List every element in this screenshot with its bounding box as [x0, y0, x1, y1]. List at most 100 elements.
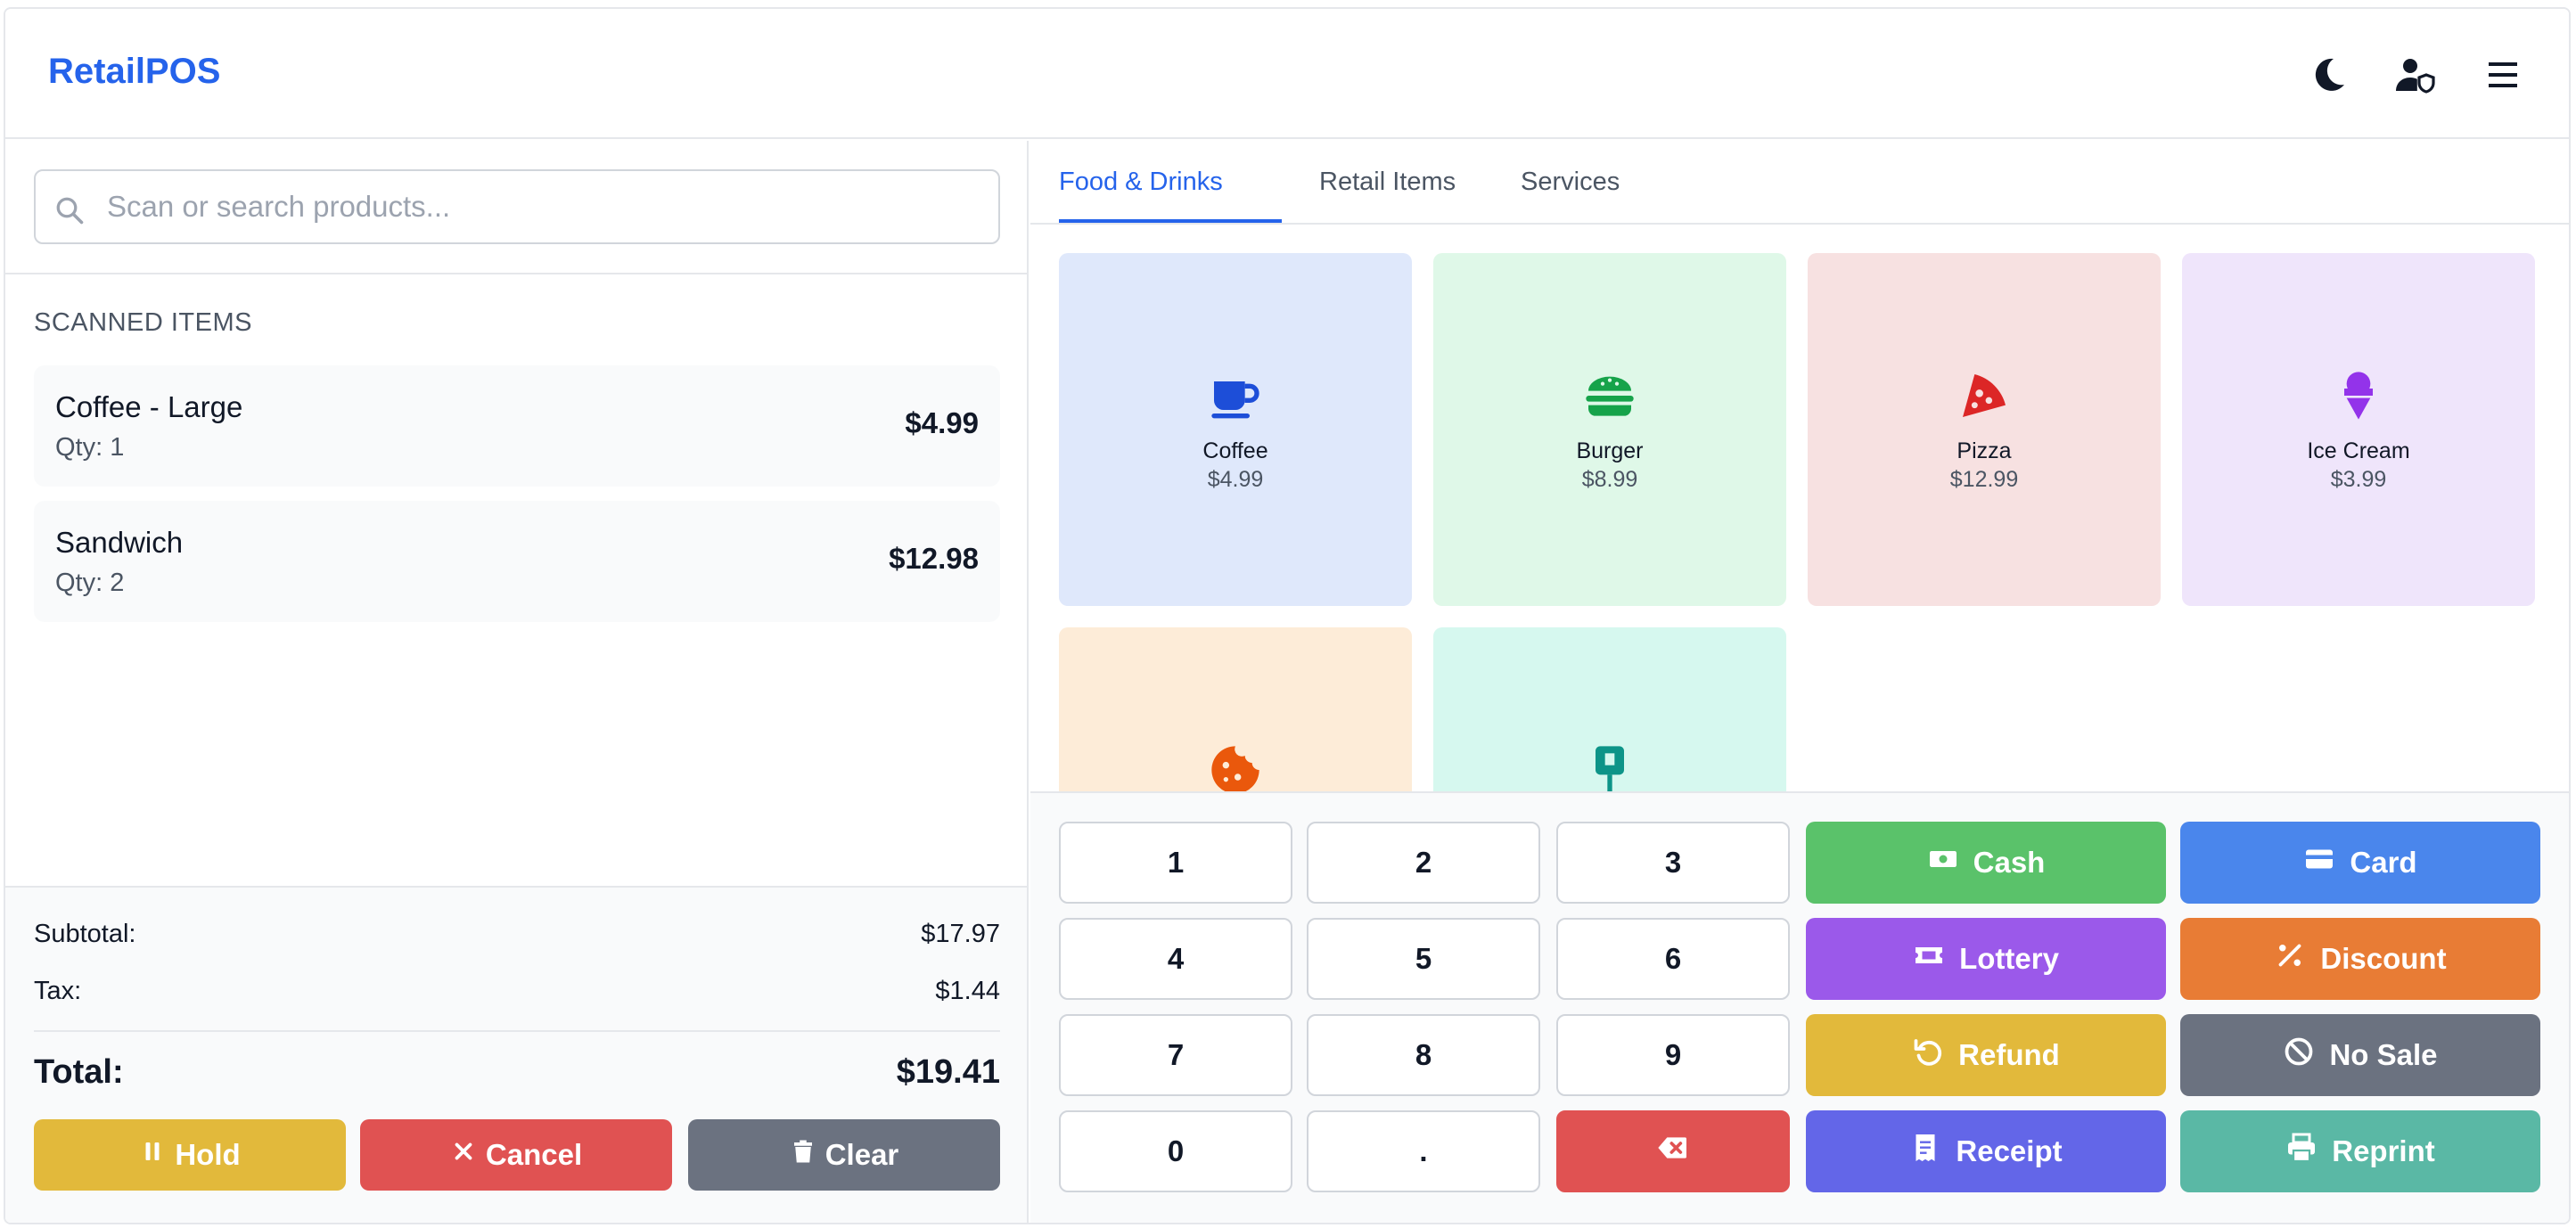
subtotal-label: Subtotal: [34, 920, 136, 948]
product-card-drink[interactable] [1433, 627, 1786, 791]
key-1[interactable]: 1 [1059, 822, 1292, 904]
pause-icon [139, 1138, 166, 1172]
product-price: $8.99 [1581, 467, 1638, 492]
totals-divider [34, 1030, 1000, 1032]
ban-icon [2283, 1036, 2315, 1075]
cart-panel: SCANNED ITEMS Coffee - Large Qty: 1 $4.9… [5, 141, 1029, 1223]
clear-label: Clear [824, 1138, 899, 1171]
key-5[interactable]: 5 [1307, 918, 1540, 1000]
receipt-button[interactable]: Receipt [1806, 1110, 2166, 1192]
cash-button[interactable]: Cash [1806, 822, 2166, 904]
cart-item-price: $4.99 [905, 406, 979, 439]
tax-value: $1.44 [935, 977, 1000, 1005]
header: RetailPOS [5, 9, 2569, 139]
key-7[interactable]: 7 [1059, 1014, 1292, 1096]
cancel-button[interactable]: Cancel [360, 1119, 672, 1191]
printer-icon [2285, 1132, 2318, 1171]
hold-label: Hold [175, 1138, 241, 1171]
key-9[interactable]: 9 [1556, 1014, 1790, 1096]
product-name: Ice Cream [2307, 438, 2410, 463]
cart-item[interactable]: Sandwich Qty: 2 $12.98 [34, 501, 1000, 622]
burger-icon [1581, 367, 1638, 424]
lottery-button[interactable]: Lottery [1806, 918, 2166, 1000]
search-input[interactable] [107, 180, 980, 233]
coffee-icon [1207, 367, 1264, 424]
cash-icon [1927, 843, 1959, 882]
cookie-icon [1207, 741, 1264, 791]
drink-icon [1581, 741, 1638, 791]
ticket-icon [1913, 939, 1945, 978]
category-tabs: Food & Drinks Retail Items Services [1030, 141, 2569, 225]
cash-label: Cash [1973, 846, 2046, 879]
product-grid: Coffee $4.99 Burger $8.99 Pizza $12.99 I… [1030, 225, 2569, 791]
cart-item-qty: Qty: 1 [55, 433, 125, 462]
key-3[interactable]: 3 [1556, 822, 1790, 904]
receipt-icon [1909, 1132, 1941, 1171]
total-value: $19.41 [896, 1053, 1000, 1091]
card-label: Card [2350, 846, 2417, 879]
discount-button[interactable]: Discount [2180, 918, 2540, 1000]
key-6[interactable]: 6 [1556, 918, 1790, 1000]
credit-card-icon [2303, 843, 2335, 882]
key-2[interactable]: 2 [1307, 822, 1540, 904]
trash-icon [790, 1138, 816, 1172]
close-icon [450, 1138, 477, 1172]
lottery-label: Lottery [1959, 942, 2059, 975]
reprint-label: Reprint [2332, 1134, 2435, 1167]
cart-item-name: Sandwich [55, 526, 184, 559]
product-card-coffee[interactable]: Coffee $4.99 [1059, 253, 1412, 606]
ice-cream-icon [2330, 367, 2387, 424]
scanned-items-heading: SCANNED ITEMS [34, 308, 252, 337]
keypad-area: 1 2 3 4 5 6 7 8 9 0 . Cash Card Lottery … [1030, 791, 2569, 1223]
product-price: $3.99 [2330, 467, 2387, 492]
key-4[interactable]: 4 [1059, 918, 1292, 1000]
clear-button[interactable]: Clear [688, 1119, 1000, 1191]
refund-button[interactable]: Refund [1806, 1014, 2166, 1096]
card-button[interactable]: Card [2180, 822, 2540, 904]
total-label: Total: [34, 1053, 124, 1091]
product-card-ice-cream[interactable]: Ice Cream $3.99 [2182, 253, 2535, 606]
tab-retail-items[interactable]: Retail Items [1319, 168, 1456, 197]
no-sale-label: No Sale [2329, 1038, 2438, 1071]
key-decimal[interactable]: . [1307, 1110, 1540, 1192]
search-section [5, 141, 1027, 274]
percent-icon [2274, 939, 2306, 978]
menu-icon[interactable] [2482, 53, 2524, 96]
backspace-button[interactable] [1556, 1110, 1790, 1192]
product-name: Burger [1576, 438, 1644, 463]
key-0[interactable]: 0 [1059, 1110, 1292, 1192]
search-box[interactable] [34, 169, 1000, 244]
user-shield-icon[interactable] [2394, 53, 2437, 96]
moon-icon[interactable] [2307, 53, 2350, 96]
cart-item-price: $12.98 [889, 542, 979, 575]
subtotal-value: $17.97 [921, 920, 1000, 948]
backspace-icon [1655, 1130, 1691, 1173]
pos-window: RetailPOS SCANNED ITEMS Coffee - Large Q… [4, 7, 2571, 1224]
product-card-pizza[interactable]: Pizza $12.99 [1808, 253, 2161, 606]
product-name: Coffee [1202, 438, 1268, 463]
tax-label: Tax: [34, 977, 82, 1005]
product-card-cookie[interactable] [1059, 627, 1412, 791]
product-panel: Food & Drinks Retail Items Services Coff… [1030, 141, 2569, 1223]
reprint-button[interactable]: Reprint [2180, 1110, 2540, 1192]
tab-services[interactable]: Services [1521, 168, 1620, 197]
product-card-burger[interactable]: Burger $8.99 [1433, 253, 1786, 606]
cart-item-name: Coffee - Large [55, 390, 243, 423]
no-sale-button[interactable]: No Sale [2180, 1014, 2540, 1096]
product-name: Pizza [1957, 438, 2012, 463]
pizza-icon [1956, 367, 2013, 424]
app-title: RetailPOS [48, 52, 221, 91]
cancel-label: Cancel [485, 1138, 583, 1171]
cart-item[interactable]: Coffee - Large Qty: 1 $4.99 [34, 365, 1000, 487]
product-price: $12.99 [1949, 467, 2019, 492]
key-8[interactable]: 8 [1307, 1014, 1540, 1096]
undo-icon [1912, 1036, 1944, 1075]
active-tab-indicator [1059, 219, 1282, 223]
receipt-label: Receipt [1956, 1134, 2063, 1167]
hold-button[interactable]: Hold [34, 1119, 346, 1191]
search-icon [53, 194, 86, 226]
refund-label: Refund [1958, 1038, 2060, 1071]
product-price: $4.99 [1207, 467, 1264, 492]
tab-food-drinks[interactable]: Food & Drinks [1059, 168, 1223, 197]
cart-item-qty: Qty: 2 [55, 569, 125, 597]
